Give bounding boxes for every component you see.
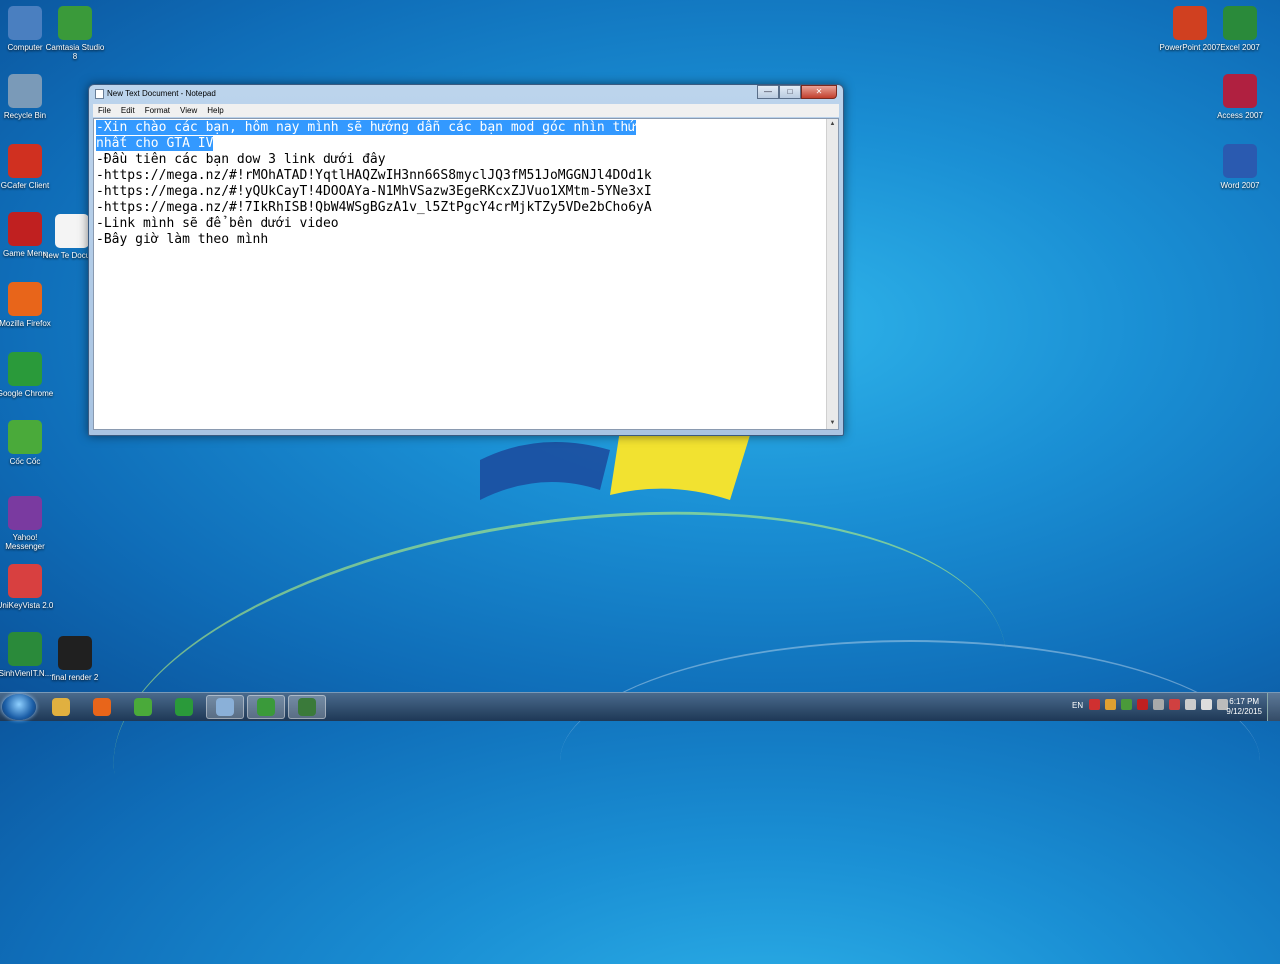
powerpoint-icon bbox=[1173, 6, 1207, 40]
taskbar-button[interactable] bbox=[288, 695, 326, 719]
text-line: -https://mega.nz/#!yQUkCayT!4DOOAYa-N1Mh… bbox=[96, 184, 652, 199]
desktop-shortcut[interactable]: GCafer Client bbox=[0, 144, 57, 190]
firefox-icon bbox=[93, 698, 111, 716]
notepad-window[interactable]: New Text Document - Notepad — □ ✕ File E… bbox=[88, 84, 844, 436]
text-editor[interactable]: -Xin chào các bạn, hôm nay mình sẽ hướng… bbox=[93, 118, 839, 430]
show-desktop-button[interactable] bbox=[1267, 693, 1280, 721]
yahoo-messenger-icon bbox=[8, 496, 42, 530]
menu-bar: File Edit Format View Help bbox=[93, 104, 839, 117]
explorer-icon bbox=[52, 698, 70, 716]
menu-file[interactable]: File bbox=[93, 104, 116, 117]
firefox-icon bbox=[8, 282, 42, 316]
language-indicator[interactable]: EN bbox=[1072, 701, 1083, 710]
unikey-icon bbox=[8, 564, 42, 598]
minimize-button[interactable]: — bbox=[757, 85, 779, 99]
desktop-shortcut-label: Cốc Cốc bbox=[9, 457, 41, 466]
menu-edit[interactable]: Edit bbox=[116, 104, 140, 117]
desktop-shortcut-label: Word 2007 bbox=[1220, 181, 1260, 190]
selected-text: nhất cho GTA IV bbox=[96, 136, 214, 151]
access-icon bbox=[1223, 74, 1257, 108]
word-icon bbox=[1223, 144, 1257, 178]
coccoc-icon bbox=[134, 698, 152, 716]
text-line: -https://mega.nz/#!7IkRhISB!QbW4WSgBGzA1… bbox=[96, 200, 652, 215]
coccoc-icon bbox=[8, 420, 42, 454]
desktop-shortcut[interactable]: final render 2 bbox=[43, 636, 107, 682]
window-controls: — □ ✕ bbox=[757, 85, 837, 99]
menu-view[interactable]: View bbox=[175, 104, 202, 117]
window-title: New Text Document - Notepad bbox=[107, 89, 216, 98]
game-menu-icon bbox=[8, 212, 42, 246]
desktop-shortcut[interactable]: Camtasia Studio 8 bbox=[43, 6, 107, 61]
tray-app-icon[interactable] bbox=[1169, 699, 1180, 710]
desktop-shortcut[interactable]: Cốc Cốc bbox=[0, 420, 57, 466]
chrome-icon bbox=[175, 698, 193, 716]
recycle-bin-icon bbox=[8, 74, 42, 108]
desktop-shortcut-label: Yahoo! Messenger bbox=[5, 533, 45, 551]
desktop-shortcut[interactable]: Recycle Bin bbox=[0, 74, 57, 120]
desktop-shortcut[interactable]: Yahoo! Messenger bbox=[0, 496, 57, 551]
desktop-shortcut-label: Camtasia Studio 8 bbox=[45, 43, 105, 61]
text-line: -Đầu tiên các bạn dow 3 link dưới đây bbox=[96, 152, 386, 167]
final-render-icon bbox=[58, 636, 92, 670]
editor-text[interactable]: -Xin chào các bạn, hôm nay mình sẽ hướng… bbox=[96, 120, 826, 427]
menu-format[interactable]: Format bbox=[140, 104, 175, 117]
desktop-shortcut[interactable]: Access 2007 bbox=[1208, 74, 1272, 120]
camtasia-icon bbox=[257, 698, 275, 716]
notepad-icon bbox=[216, 698, 234, 716]
desktop-shortcut[interactable]: Mozilla Firefox bbox=[0, 282, 57, 328]
tray-app-icon[interactable] bbox=[1153, 699, 1164, 710]
desktop-shortcut-label: final render 2 bbox=[51, 673, 99, 682]
taskbar-button[interactable] bbox=[42, 695, 80, 719]
clock-time: 6:17 PM bbox=[1229, 697, 1260, 706]
text-line: -https://mega.nz/#!rMOhATAD!YqtlHAQZwIH3… bbox=[96, 168, 652, 183]
tray-app-icon[interactable] bbox=[1089, 699, 1100, 710]
taskbar-button[interactable] bbox=[247, 695, 285, 719]
taskbar-button[interactable] bbox=[165, 695, 203, 719]
desktop-shortcut-label: GCafer Client bbox=[0, 181, 50, 190]
tray-app-icon[interactable] bbox=[1105, 699, 1116, 710]
clock[interactable]: 6:17 PM 9/12/2015 bbox=[1226, 697, 1262, 717]
taskbar-button[interactable] bbox=[124, 695, 162, 719]
desktop-shortcut-label: Google Chrome bbox=[0, 389, 54, 398]
computer-icon bbox=[8, 6, 42, 40]
vertical-scrollbar[interactable]: ▲ ▼ bbox=[826, 119, 838, 429]
selected-text: -Xin chào các bạn, hôm nay mình sẽ hướng… bbox=[96, 120, 637, 135]
camtasia-recorder-icon bbox=[298, 698, 316, 716]
desktop-shortcut[interactable]: Google Chrome bbox=[0, 352, 57, 398]
text-document-icon bbox=[55, 214, 89, 248]
desktop-shortcut[interactable]: Word 2007 bbox=[1208, 144, 1272, 190]
desktop-shortcut[interactable]: UniKeyVista 2.0 bbox=[0, 564, 57, 610]
camtasia-icon bbox=[58, 6, 92, 40]
system-tray bbox=[1089, 699, 1228, 710]
notepad-icon bbox=[95, 89, 104, 99]
taskbar: EN 6:17 PM 9/12/2015 bbox=[0, 692, 1280, 721]
desktop-shortcut[interactable]: Excel 2007 bbox=[1208, 6, 1272, 52]
wallpaper-glow bbox=[560, 640, 1260, 882]
excel-icon bbox=[1223, 6, 1257, 40]
tray-app-icon[interactable] bbox=[1121, 699, 1132, 710]
sinhvienit-icon bbox=[8, 632, 42, 666]
taskbar-button[interactable] bbox=[206, 695, 244, 719]
desktop-shortcut-label: Mozilla Firefox bbox=[0, 319, 51, 328]
text-line: -Bây giờ làm theo mình bbox=[96, 232, 269, 247]
maximize-button[interactable]: □ bbox=[779, 85, 801, 99]
volume-icon[interactable] bbox=[1201, 699, 1212, 710]
taskbar-button[interactable] bbox=[83, 695, 121, 719]
scroll-up-icon[interactable]: ▲ bbox=[827, 119, 838, 130]
menu-help[interactable]: Help bbox=[202, 104, 228, 117]
scroll-down-icon[interactable]: ▼ bbox=[827, 418, 838, 429]
chrome-icon bbox=[8, 352, 42, 386]
desktop-shortcut-label: UniKeyVista 2.0 bbox=[0, 601, 54, 610]
tray-app-icon[interactable] bbox=[1137, 699, 1148, 710]
network-icon[interactable] bbox=[1185, 699, 1196, 710]
desktop-shortcut-label: Access 2007 bbox=[1217, 111, 1263, 120]
gcafe-icon bbox=[8, 144, 42, 178]
start-button[interactable] bbox=[2, 694, 36, 720]
desktop: Computer Camtasia Studio 8 Recycle Bin GCaf… bbox=[0, 0, 1280, 964]
close-button[interactable]: ✕ bbox=[801, 85, 837, 99]
desktop-shortcut-label: Excel 2007 bbox=[1220, 43, 1260, 52]
clock-date: 9/12/2015 bbox=[1226, 707, 1262, 716]
text-line: -Link mình sẽ để bên dưới video bbox=[96, 216, 339, 231]
desktop-shortcut-label: Recycle Bin bbox=[3, 111, 47, 120]
